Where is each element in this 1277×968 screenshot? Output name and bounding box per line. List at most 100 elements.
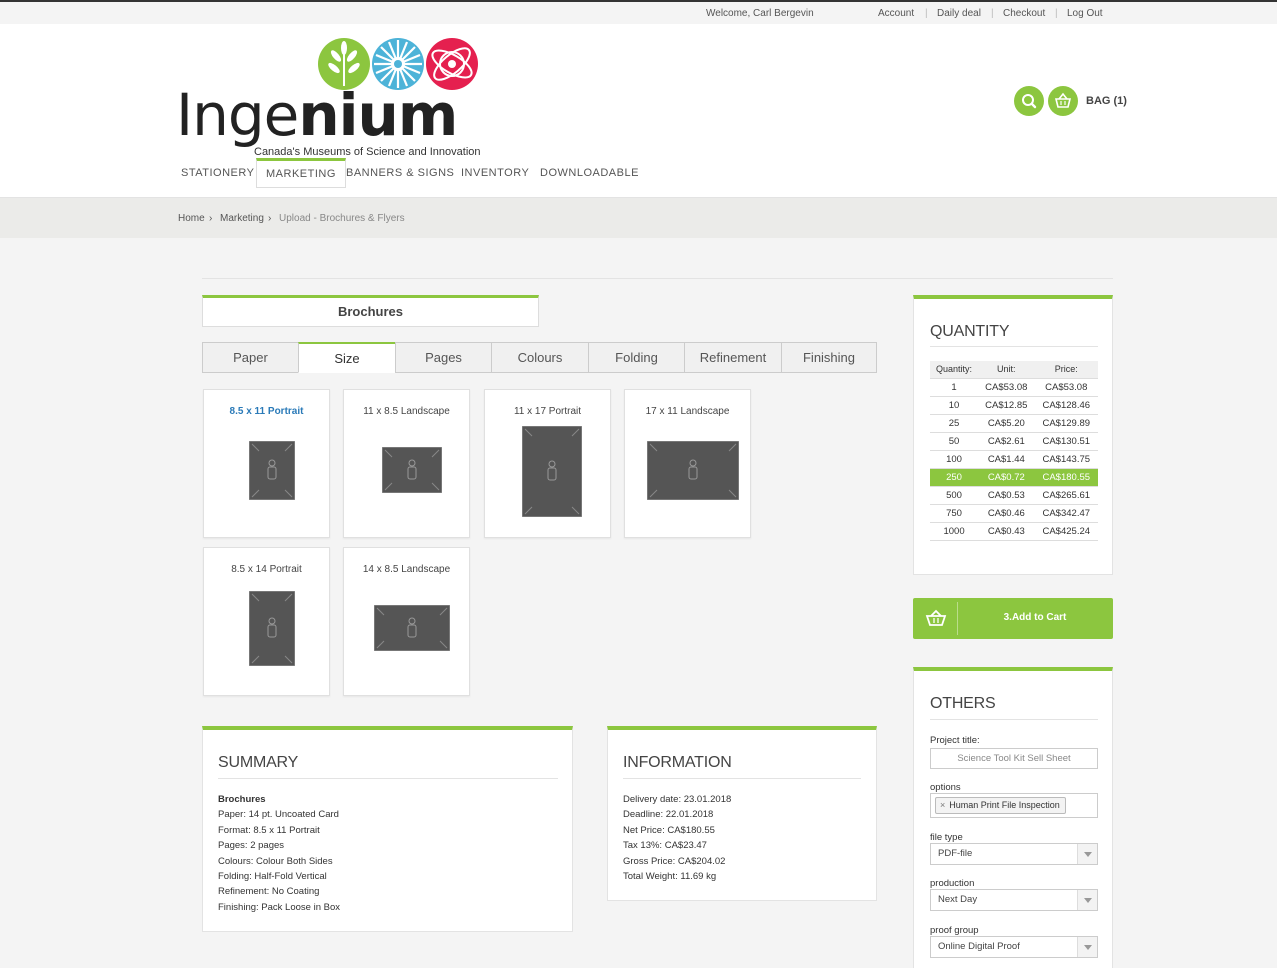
basket-icon [925,609,947,626]
welcome-text: Welcome, Carl Bergevin [706,8,814,19]
portrait-page-icon [522,426,582,517]
divider [623,778,861,779]
tab-finishing[interactable]: Finishing [781,342,877,373]
information-details: Delivery date: 23.01.2018 Deadline: 22.0… [623,792,731,884]
option-tabs: Paper Size Pages Colours Folding Refinem… [202,342,877,373]
add-to-cart-button[interactable]: 3.Add to Cart [913,598,1113,639]
tab-colours[interactable]: Colours [491,342,589,373]
summary-panel: SUMMARY Brochures Paper: 14 pt. Uncoated… [202,726,573,932]
size-option-card[interactable]: 11 x 8.5 Landscape [343,389,470,538]
daily-deal-link[interactable]: Daily deal [937,8,981,19]
quantity-panel: QUANTITY Quantity: Unit: Price: 1 CA$53.0… [913,295,1113,575]
options-multiselect[interactable]: × Human Print File Inspection [930,793,1098,818]
ingenium-logo[interactable]: Ingenium Canada's Museums of Science and… [176,36,486,158]
breadcrumb: Home › Marketing › Upload - Brochures & … [0,198,1277,238]
table-row[interactable]: 100 CA$1.44 CA$143.75 [930,449,1098,468]
portrait-page-icon [249,591,295,666]
size-option-card[interactable]: 8.5 x 14 Portrait [203,547,330,696]
size-option-label: 14 x 8.5 Landscape [362,564,451,575]
divider [218,778,558,779]
table-row[interactable]: 50 CA$2.61 CA$130.51 [930,431,1098,450]
tab-paper[interactable]: Paper [202,342,299,373]
breadcrumb-current: Upload - Brochures & Flyers [279,213,405,224]
bag-button[interactable] [1048,86,1078,116]
others-heading: OTHERS [930,695,996,712]
table-row[interactable]: 1000 CA$0.43 CA$425.24 [930,521,1098,541]
tab-folding[interactable]: Folding [588,342,685,373]
summary-product: Brochures [218,794,266,805]
summary-heading: SUMMARY [218,754,299,771]
nav-banners-signs[interactable]: BANNERS & SIGNS [337,158,463,188]
size-option-card[interactable]: 11 x 17 Portrait [484,389,611,538]
information-panel: INFORMATION Delivery date: 23.01.2018 De… [607,726,877,901]
size-option-label: 17 x 11 Landscape [645,406,730,417]
logo-wordmark: Ingenium [176,81,458,149]
proof-group-label: proof group [930,925,979,936]
column-header: Quantity: [930,361,979,378]
search-icon [1022,94,1037,109]
add-to-cart-label: 3.Add to Cart [1003,612,1067,623]
portrait-page-icon [249,441,295,500]
landscape-page-icon [374,605,450,651]
breadcrumb-separator: › [268,213,272,224]
production-label: production [930,878,975,889]
search-button[interactable] [1014,86,1044,116]
account-link[interactable]: Account [878,8,914,19]
nav-downloadable[interactable]: DOWNLOADABLE [531,158,648,188]
summary-line: Folding: Half-Fold Vertical [218,871,327,883]
table-row[interactable]: 1 CA$53.08 CA$53.08 [930,377,1098,396]
quantity-price-table: Quantity: Unit: Price: 1 CA$53.08 CA$53.08… [930,361,1098,541]
quantity-heading: QUANTITY [930,323,1010,340]
breadcrumb-marketing[interactable]: Marketing [220,213,264,224]
table-row[interactable]: 750 CA$0.46 CA$342.47 [930,503,1098,522]
table-header-row: Quantity: Unit: Price: [930,361,1098,378]
nav-marketing[interactable]: MARKETING [256,158,346,188]
information-line: Gross Price: CA$204.02 [623,855,726,867]
tab-size[interactable]: Size [298,342,396,373]
summary-line: Format: 8.5 x 11 Portrait [218,824,320,836]
tab-pages[interactable]: Pages [395,342,492,373]
breadcrumb-home[interactable]: Home [178,213,205,224]
production-select[interactable]: Next Day [930,889,1098,911]
project-title-input[interactable]: Science Tool Kit Sell Sheet [930,748,1098,769]
size-option-label: 11 x 17 Portrait [513,406,582,417]
options-label: options [930,782,961,793]
remove-tag-icon[interactable]: × [940,800,945,810]
project-title-label: Project title: [930,735,980,746]
size-option-card[interactable]: 17 x 11 Landscape [624,389,751,538]
bag-count-label[interactable]: BAG (1) [1086,95,1127,107]
product-title: Brochures [202,295,539,327]
file-type-label: file type [930,832,963,843]
size-option-card[interactable]: 8.5 x 11 Portrait [203,389,330,538]
size-option-label: 8.5 x 11 Portrait [229,406,304,417]
table-row-selected[interactable]: 250 CA$0.72 CA$180.55 [930,467,1098,486]
table-row[interactable]: 500 CA$0.53 CA$265.61 [930,485,1098,504]
tab-refinement[interactable]: Refinement [684,342,782,373]
file-type-select[interactable]: PDF-file [930,843,1098,865]
column-header: Price: [1034,361,1098,378]
separator: | [925,8,928,19]
landscape-page-icon [382,447,442,493]
landscape-page-icon [647,441,739,500]
proof-group-select[interactable]: Online Digital Proof [930,936,1098,958]
size-option-card[interactable]: 14 x 8.5 Landscape [343,547,470,696]
size-option-label: 8.5 x 14 Portrait [231,564,302,575]
checkout-link[interactable]: Checkout [1003,8,1045,19]
options-tag[interactable]: × Human Print File Inspection [935,797,1066,814]
information-heading: INFORMATION [623,754,732,771]
summary-line: Refinement: No Coating [218,886,320,898]
separator: | [991,8,994,19]
nav-stationery[interactable]: STATIONERY [172,158,263,188]
logout-link[interactable]: Log Out [1067,8,1103,19]
nav-inventory[interactable]: INVENTORY [452,158,538,188]
table-row[interactable]: 25 CA$5.20 CA$129.89 [930,413,1098,432]
others-panel: OTHERS Project title: Science Tool Kit S… [913,667,1113,968]
information-line: Net Price: CA$180.55 [623,824,715,836]
summary-details: Brochures Paper: 14 pt. Uncoated Card Fo… [218,792,340,915]
divider [930,719,1098,720]
information-line: Total Weight: 11.69 kg [623,871,717,883]
table-row[interactable]: 10 CA$12.85 CA$128.46 [930,395,1098,414]
breadcrumb-separator: › [209,213,213,224]
information-line: Deadline: 22.01.2018 [623,809,714,821]
utility-bar: Welcome, Carl Bergevin Account | Daily d… [0,2,1277,24]
